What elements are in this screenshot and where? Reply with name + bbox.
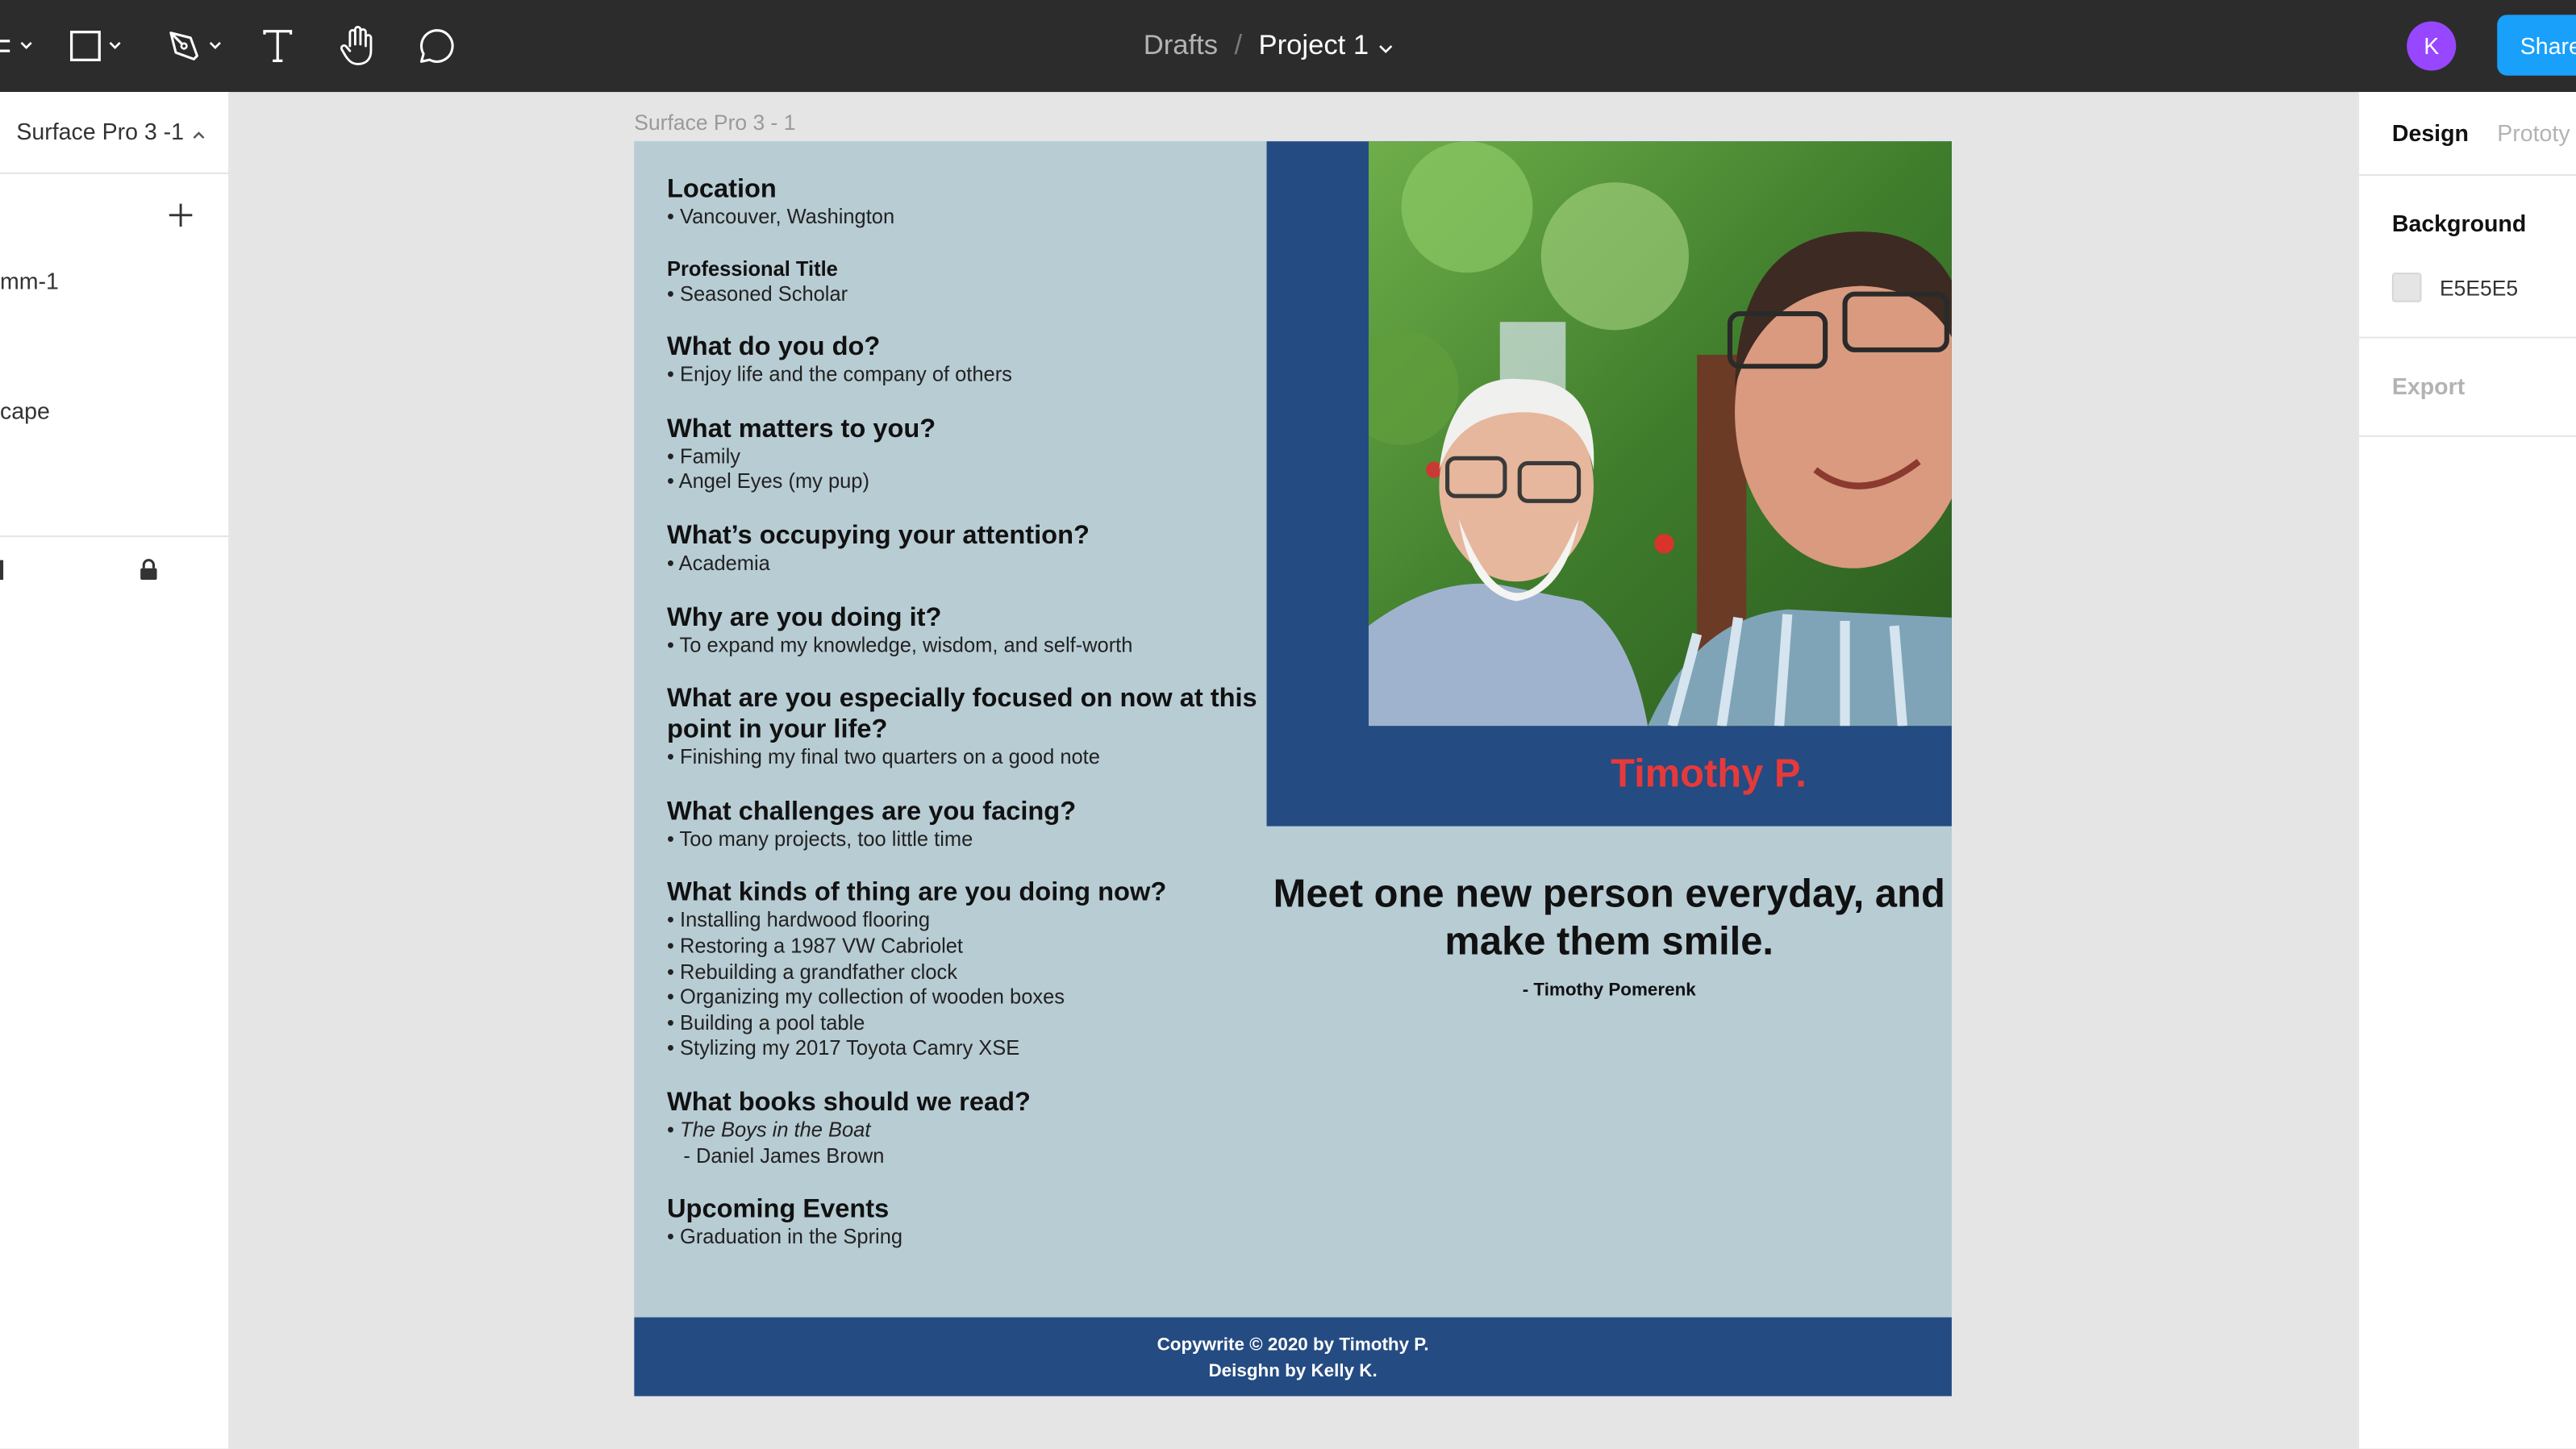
comment-tool[interactable]: [417, 23, 456, 69]
qa-item: Location • Vancouver, Washington: [667, 174, 1258, 231]
comment-icon: [417, 27, 456, 66]
question-heading: Location: [667, 175, 777, 204]
question-heading: What’s occupying your attention?: [667, 522, 1090, 551]
answer-text: • The Boys in the Boat: [667, 1118, 1258, 1144]
answer-text: • Family: [667, 444, 740, 468]
book-author: - Daniel James Brown: [683, 1143, 885, 1168]
background-section-title: Background: [2391, 210, 2527, 237]
add-page-button[interactable]: [166, 201, 196, 231]
qa-item: Upcoming Events • Graduation in the Spri…: [667, 1194, 1258, 1251]
answer-text: • Organizing my collection of wooden box…: [667, 985, 1065, 1009]
top-toolbar: Drafts / Project 1 K Share: [0, 0, 2576, 93]
pen-icon: [166, 28, 202, 65]
panel-divider: [2359, 173, 2576, 176]
question-heading: What books should we read?: [667, 1089, 1031, 1117]
question-heading: Upcoming Events: [667, 1196, 890, 1224]
answer-text: • Enjoy life and the company of others: [667, 363, 1012, 387]
qa-item: What matters to you? • Family • Angel Ey…: [667, 414, 1258, 496]
frame-tool[interactable]: [0, 23, 33, 69]
qa-item: What books should we read? • The Boys in…: [667, 1087, 1258, 1169]
figma-editor: Drafts / Project 1 K Share Surface Pro 3…: [0, 0, 2576, 1449]
plus-icon: [166, 203, 196, 237]
quote-text: Meet one new person everyday, and make t…: [1273, 872, 1945, 964]
answer-text: • Vancouver, Washington: [667, 205, 895, 229]
footer-credit: Deisghn by Kelly K.: [1208, 1361, 1378, 1382]
layers-panel: Surface Pro 3 -1 mm-1 cape: [0, 92, 231, 1449]
answer-text: • Seasoned Scholar: [667, 281, 848, 306]
page-item[interactable]: cape: [0, 398, 50, 424]
answer-text: • Building a pool table: [667, 1011, 865, 1035]
answer-text: • Graduation in the Spring: [667, 1225, 903, 1249]
text-icon: [261, 28, 294, 65]
qa-item: What challenges are you facing? • Too ma…: [667, 796, 1258, 852]
qa-item: What are you especially focused on now a…: [667, 684, 1258, 772]
question-heading: Why are you doing it?: [667, 603, 942, 632]
avatar[interactable]: K: [2407, 21, 2457, 71]
answer-text: • Restoring a 1987 VW Cabriolet: [667, 934, 964, 958]
page-selector[interactable]: Surface Pro 3 -1: [16, 118, 205, 145]
tab-prototype[interactable]: Prototy: [2497, 120, 2570, 147]
layer-indicator: [0, 560, 4, 581]
answer-text: • Stylizing my 2017 Toyota Camry XSE: [667, 1036, 1020, 1060]
properties-panel: Design Prototy Background E5E5E5 Export: [2357, 92, 2576, 1449]
text-tool[interactable]: [261, 23, 294, 69]
answer-text: • Finishing my final two quarters on a g…: [667, 746, 1100, 769]
panel-divider: [2359, 435, 2576, 437]
pen-tool[interactable]: [166, 23, 222, 69]
project-name[interactable]: Project 1: [1259, 30, 1369, 63]
qa-column: Location • Vancouver, Washington Profess…: [667, 174, 1258, 1276]
background-hex-input[interactable]: E5E5E5: [2440, 276, 2518, 301]
question-heading: What do you do?: [667, 333, 881, 362]
breadcrumb: Drafts / Project 1: [1144, 0, 1394, 92]
share-button[interactable]: Share: [2497, 15, 2576, 76]
page-name: Surface Pro 3 -1: [16, 118, 185, 145]
answer-bullet: •: [667, 1118, 681, 1142]
hand-tool[interactable]: [339, 23, 378, 69]
breadcrumb-separator: /: [1234, 29, 1243, 61]
qa-item: Professional Title • Seasoned Scholar: [667, 256, 1258, 307]
chevron-down-icon: [19, 41, 32, 51]
question-heading: Professional Title: [667, 256, 838, 281]
book-title: The Boys in the Boat: [680, 1118, 871, 1142]
profile-name: Timothy P.: [1611, 752, 1807, 797]
profile-card: Timothy P.: [1266, 141, 1952, 827]
answer-text: • Rebuilding a grandfather clock: [667, 960, 957, 984]
chevron-down-icon[interactable]: [1378, 30, 1393, 63]
frame-footer: Copywrite © 2020 by Timothy P. Deisghn b…: [634, 1317, 1952, 1397]
question-heading: What matters to you?: [667, 414, 936, 443]
question-heading: What challenges are you facing?: [667, 797, 1077, 827]
question-heading: What kinds of thing are you doing now?: [667, 879, 1167, 908]
answer-text: • To expand my knowledge, wisdom, and se…: [667, 633, 1133, 656]
panel-divider: [0, 172, 231, 174]
page-item[interactable]: mm-1: [0, 268, 59, 294]
panel-divider: [0, 535, 231, 538]
tab-design[interactable]: Design: [2392, 120, 2469, 147]
answer-text: • Too many projects, too little time: [667, 827, 973, 851]
qa-item: What’s occupying your attention? • Acade…: [667, 521, 1258, 577]
design-frame[interactable]: Location • Vancouver, Washington Profess…: [634, 141, 1952, 1397]
shape-tool[interactable]: [69, 23, 122, 69]
chevron-down-icon: [108, 41, 121, 51]
qa-item: What do you do? • Enjoy life and the com…: [667, 332, 1258, 389]
breadcrumb-drafts[interactable]: Drafts: [1144, 30, 1218, 63]
qa-item: What kinds of thing are you doing now? •…: [667, 877, 1258, 1062]
answer-text: • Angel Eyes (my pup): [667, 470, 869, 493]
export-section-title[interactable]: Export: [2392, 373, 2465, 399]
qa-item: Why are you doing it? • To expand my kno…: [667, 602, 1258, 659]
answer-text: • Installing hardwood flooring: [667, 909, 931, 932]
panel-divider: [2359, 336, 2576, 339]
lock-icon[interactable]: [140, 559, 157, 589]
question-heading: What are you especially focused on now a…: [667, 685, 1257, 745]
chevron-down-icon: [209, 41, 222, 51]
frame-icon: [0, 31, 13, 61]
answer-text: • Academia: [667, 552, 770, 575]
quote-author: - Timothy Pomerenk: [1522, 981, 1696, 1001]
background-color-swatch[interactable]: [2391, 273, 2422, 302]
frame-label[interactable]: Surface Pro 3 - 1: [634, 110, 795, 135]
chevron-up-icon: [192, 119, 205, 145]
hand-icon: [339, 25, 378, 68]
profile-photo: [1368, 141, 1952, 727]
footer-copyright: Copywrite © 2020 by Timothy P.: [1157, 1335, 1429, 1355]
rectangle-icon: [69, 30, 102, 63]
